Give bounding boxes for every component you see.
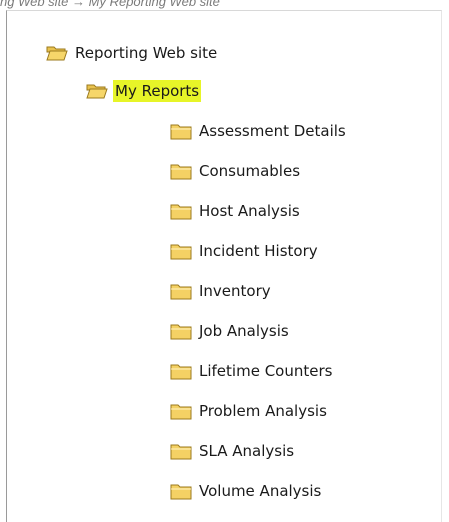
tree-node-label: Reporting Web site (75, 44, 218, 62)
tree-node-sla-analysis[interactable]: SLA Analysis (170, 437, 296, 465)
tree-node-job-analysis[interactable]: Job Analysis (170, 317, 291, 345)
tree-node-incident-history[interactable]: Incident History (170, 237, 320, 265)
tree-node-my-reports[interactable]: My Reports (86, 77, 202, 105)
folder-icon (170, 442, 192, 460)
tree-node-lifetime-counters[interactable]: Lifetime Counters (170, 357, 334, 385)
folder-icon (170, 202, 192, 220)
tree-node-label: Job Analysis (199, 322, 289, 340)
tree-node-consumables[interactable]: Consumables (170, 157, 302, 185)
tree-node-assessment-details[interactable]: Assessment Details (170, 117, 348, 145)
tree-node-volume-analysis[interactable]: Volume Analysis (170, 477, 323, 505)
folder-icon (170, 282, 192, 300)
tree-node-label: Consumables (199, 162, 301, 180)
tree-node-label: Assessment Details (199, 122, 346, 140)
tree-node-label: SLA Analysis (199, 442, 295, 460)
tree-node-label: Inventory (199, 282, 271, 300)
cropped-caption: ng Web site → My Reporting Web site (0, 0, 220, 9)
folder-icon (170, 242, 192, 260)
folder-icon (170, 162, 192, 180)
folder-open-icon (86, 82, 108, 100)
folder-icon (170, 482, 192, 500)
tree-node-label: My Reports (113, 80, 202, 102)
folder-icon (170, 322, 192, 340)
tree-node-reporting-web-site[interactable]: Reporting Web site (46, 39, 219, 67)
tree-node-label: Incident History (199, 242, 318, 260)
folder-open-icon (46, 44, 68, 62)
tree-node-problem-analysis[interactable]: Problem Analysis (170, 397, 329, 425)
tree-node-label: Volume Analysis (199, 482, 322, 500)
folder-icon (170, 122, 192, 140)
folder-icon (170, 402, 192, 420)
tree-node-inventory[interactable]: Inventory (170, 277, 273, 305)
tree-node-label: Host Analysis (199, 202, 300, 220)
report-tree: Reporting Web site My Reports Assessment… (6, 10, 442, 522)
tree-node-host-analysis[interactable]: Host Analysis (170, 197, 302, 225)
tree-node-label: Problem Analysis (199, 402, 327, 420)
folder-icon (170, 362, 192, 380)
tree-node-label: Lifetime Counters (199, 362, 333, 380)
